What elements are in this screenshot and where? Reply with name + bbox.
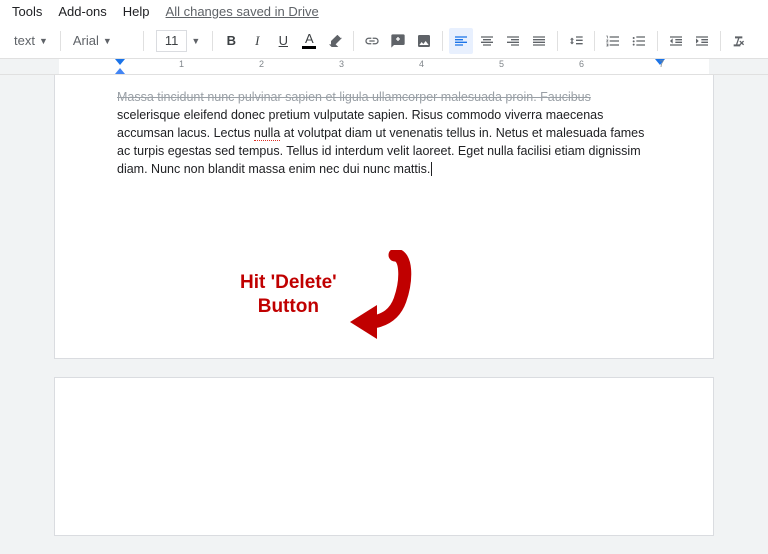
indent-increase-icon [694,33,710,49]
line-spacing-button[interactable] [564,28,588,54]
comment-plus-icon [390,33,406,49]
separator [60,31,61,51]
align-right-button[interactable] [501,28,525,54]
chevron-down-icon: ▼ [191,36,200,46]
text-line: accumsan lacus. Lectus [117,126,254,140]
text-line: ac turpis egestas sed tempus. Tellus id … [117,144,641,158]
chevron-down-icon: ▼ [39,36,48,46]
bold-button[interactable]: B [219,28,243,54]
paragraph[interactable]: Massa tincidunt nunc pulvinar sapien et … [117,88,651,179]
text-color-button[interactable]: A [297,28,321,54]
align-center-icon [479,33,495,49]
font-size-value[interactable]: 11 [156,30,188,52]
font-size-control[interactable]: 11 ▼ [150,28,206,54]
add-comment-button[interactable] [386,28,410,54]
image-icon [416,33,432,49]
font-family-dropdown[interactable]: Arial ▼ [67,28,137,54]
ruler-tick: 6 [579,59,584,69]
align-center-button[interactable] [475,28,499,54]
indent-decrease-icon [668,33,684,49]
ruler[interactable]: 1 2 3 4 5 6 7 [0,59,768,75]
ruler-inner: 1 2 3 4 5 6 7 [59,59,709,74]
text-cursor [431,162,432,176]
bulleted-list-icon [631,33,647,49]
text-line: diam. Nunc non blandit massa enim nec du… [117,162,430,176]
highlighter-icon [327,33,343,49]
ruler-tick: 5 [499,59,504,69]
document-page[interactable]: Massa tincidunt nunc pulvinar sapien et … [54,75,714,359]
text-line: Massa tincidunt nunc pulvinar sapien et … [117,90,591,104]
align-justify-button[interactable] [527,28,551,54]
separator [594,31,595,51]
link-icon [364,33,380,49]
chevron-down-icon: ▼ [103,36,112,46]
separator [442,31,443,51]
ruler-tick: 3 [339,59,344,69]
line-spacing-icon [568,33,584,49]
insert-link-button[interactable] [360,28,384,54]
insert-image-button[interactable] [412,28,436,54]
align-left-button[interactable] [449,28,473,54]
italic-button[interactable]: I [245,28,269,54]
save-status[interactable]: All changes saved in Drive [166,4,319,19]
separator [212,31,213,51]
ruler-tick: 1 [179,59,184,69]
paragraph-style-label: text [14,33,35,48]
workspace: Massa tincidunt nunc pulvinar sapien et … [0,75,768,554]
bulleted-list-button[interactable] [627,28,651,54]
separator [143,31,144,51]
left-indent-marker[interactable] [115,68,125,74]
separator [557,31,558,51]
underline-button[interactable]: U [271,28,295,54]
ruler-tick: 7 [659,59,664,69]
menu-tools[interactable]: Tools [12,4,42,19]
highlight-color-button[interactable] [323,28,347,54]
separator [353,31,354,51]
paragraph-style-dropdown[interactable]: text ▼ [8,28,54,54]
numbered-list-icon [605,33,621,49]
menu-help[interactable]: Help [123,4,150,19]
menu-addons[interactable]: Add-ons [58,4,106,19]
separator [720,31,721,51]
numbered-list-button[interactable] [601,28,625,54]
text-line: scelerisque eleifend donec pretium vulpu… [117,108,603,122]
ruler-tick: 2 [259,59,264,69]
font-family-label: Arial [73,33,99,48]
document-page[interactable] [54,377,714,536]
spelling-error[interactable]: nulla [254,126,280,141]
menu-bar: Tools Add-ons Help All changes saved in … [0,0,768,23]
separator [657,31,658,51]
toolbar: text ▼ Arial ▼ 11 ▼ B I U A [0,23,768,59]
text-line: at volutpat diam ut venenatis tellus in.… [280,126,644,140]
increase-indent-button[interactable] [690,28,714,54]
clear-format-icon [731,33,747,49]
align-right-icon [505,33,521,49]
ruler-tick: 4 [419,59,424,69]
align-justify-icon [531,33,547,49]
align-left-icon [453,33,469,49]
decrease-indent-button[interactable] [664,28,688,54]
text-color-icon: A [302,32,316,49]
clear-formatting-button[interactable] [727,28,751,54]
first-line-indent-marker[interactable] [115,59,125,65]
